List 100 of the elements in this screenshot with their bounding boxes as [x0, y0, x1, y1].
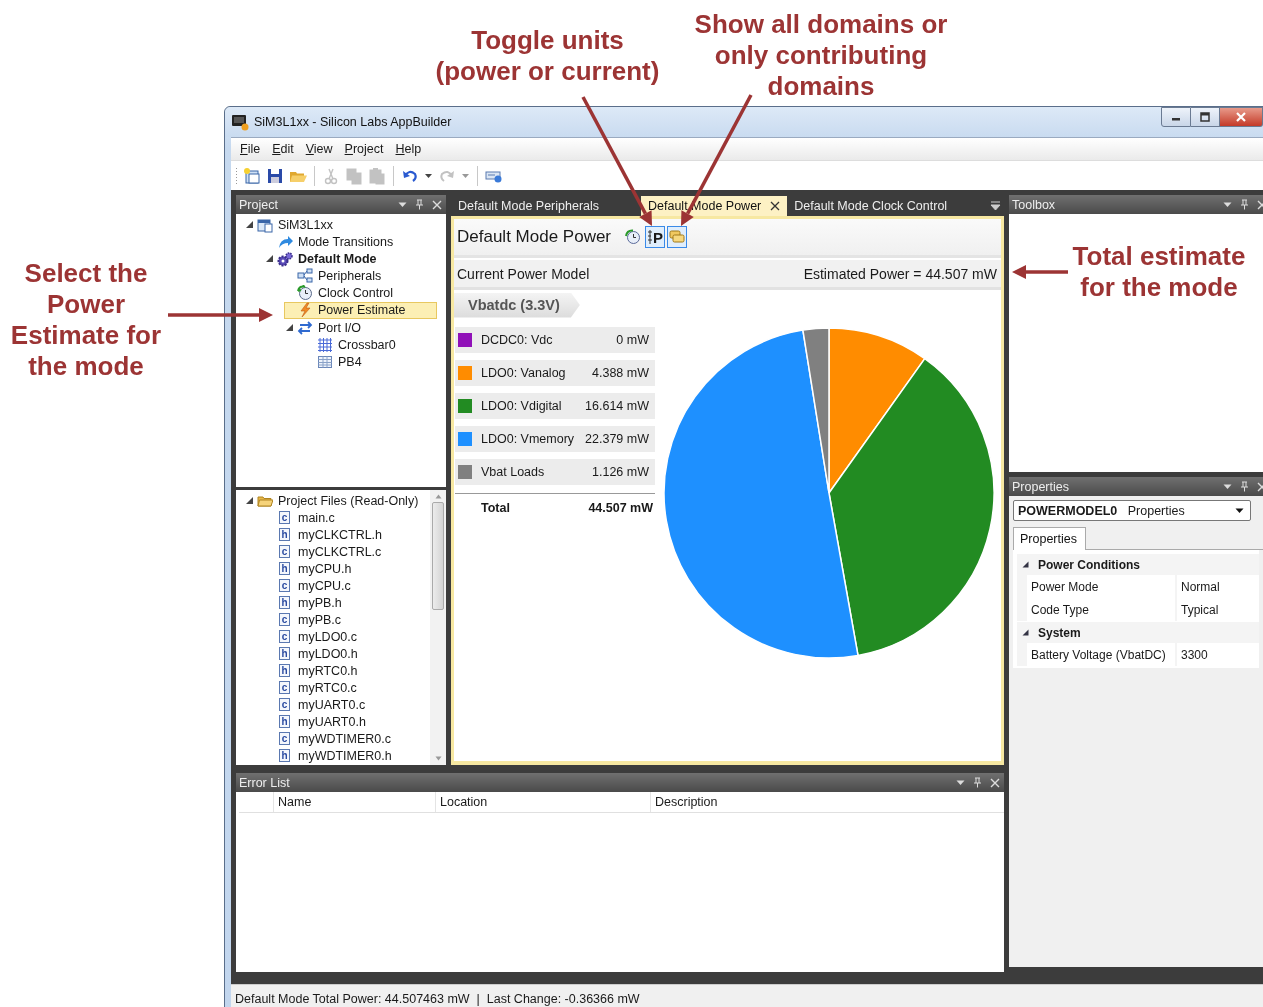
domains-toggle-button[interactable]: [667, 226, 688, 248]
column-header[interactable]: Name: [274, 792, 436, 812]
expand-arrow-icon[interactable]: [265, 254, 274, 264]
tree-item[interactable]: Mode Transitions: [264, 233, 425, 251]
property-name: Code Type: [1027, 598, 1175, 621]
dropdown-icon[interactable]: [1223, 482, 1232, 491]
tree-item[interactable]: Port I/O: [284, 319, 393, 337]
expand-arrow-icon[interactable]: [285, 323, 294, 333]
property-category[interactable]: System: [1017, 622, 1259, 643]
pin-icon[interactable]: [1240, 481, 1249, 492]
maximize-icon: [1200, 112, 1210, 122]
property-name: Battery Voltage (VbatDC): [1027, 643, 1175, 666]
file-icon: c: [279, 545, 290, 558]
save-icon[interactable]: [266, 166, 284, 185]
supply-breadcrumb[interactable]: Vbatdc (3.3V): [454, 292, 580, 318]
tree-item[interactable]: c myPB.c: [264, 611, 347, 628]
tree-item[interactable]: PB4: [304, 353, 393, 371]
tree-item[interactable]: c myCLKCTRL.c: [264, 543, 387, 560]
file-icon: h: [279, 749, 290, 762]
dropdown-icon: [1235, 506, 1244, 515]
annotation-text: Select the Power Estimate for the mode: [9, 258, 163, 382]
table-icon: [317, 354, 333, 370]
property-value[interactable]: Typical: [1177, 598, 1259, 621]
tree-item[interactable]: SiM3L1xx: [244, 216, 364, 233]
tree-item[interactable]: Clock Control: [284, 284, 425, 302]
rail-name: LDO0: Vdigital: [481, 399, 563, 413]
scroll-down-icon[interactable]: [434, 756, 442, 761]
swap-arrows-icon: [297, 319, 313, 336]
file-icon: c: [279, 681, 290, 694]
new-project-icon[interactable]: [243, 166, 261, 185]
total-label: Total: [481, 501, 511, 515]
dropdown-icon[interactable]: [1223, 200, 1232, 209]
units-toggle-button[interactable]: P: [645, 226, 666, 248]
window-icon: [257, 216, 273, 233]
model-label: Current Power Model: [457, 265, 590, 282]
dropdown-icon[interactable]: [956, 778, 965, 787]
tree-item[interactable]: Crossbar0: [304, 336, 427, 354]
tab[interactable]: Default Mode Clock Control: [787, 196, 955, 216]
tree-item[interactable]: h myUART0.h: [264, 713, 371, 730]
object-selector[interactable]: POWERMODEL0 Properties: [1013, 500, 1251, 521]
pin-icon[interactable]: [415, 199, 424, 210]
expand-arrow-icon[interactable]: [245, 496, 254, 505]
property-value[interactable]: 3300: [1177, 643, 1259, 666]
column-header[interactable]: Location: [436, 792, 651, 812]
file-icon: c: [279, 630, 290, 643]
menu-item[interactable]: View: [300, 140, 338, 158]
pin-icon[interactable]: [1240, 199, 1249, 210]
minimize-button[interactable]: [1161, 107, 1191, 127]
status-text: Default Mode Total Power: 44.507463 mW | Last Change: -0.36366 mW: [235, 991, 640, 1006]
tree-item[interactable]: h myCPU.h: [264, 560, 357, 577]
tree-item[interactable]: Power Estimate: [284, 301, 437, 319]
property-category[interactable]: Power Conditions: [1017, 554, 1259, 575]
tree-item[interactable]: Project Files (Read-Only): [244, 492, 424, 509]
menu-item[interactable]: Project: [339, 140, 389, 158]
column-header[interactable]: Description: [651, 792, 1004, 812]
scrollbar[interactable]: [430, 490, 446, 765]
tab[interactable]: Default Mode Peripherals: [451, 196, 633, 216]
grip-icon: [235, 166, 238, 185]
tree-item[interactable]: c myCPU.c: [264, 577, 356, 594]
tree-item[interactable]: Default Mode: [264, 250, 408, 268]
pin-icon[interactable]: [973, 777, 982, 788]
window-title: SiM3L1xx - Silicon Labs AppBuilder: [254, 115, 452, 129]
tree-item[interactable]: c main.c: [264, 509, 340, 526]
dropdown-icon[interactable]: [398, 200, 407, 209]
file-icon: h: [279, 596, 290, 609]
expand-arrow-icon[interactable]: [1022, 561, 1029, 568]
rail-name: DCDC0: Vdc: [481, 333, 554, 347]
rail-value: 22.379 mW: [585, 432, 649, 446]
tab[interactable]: Properties: [1013, 527, 1086, 550]
tab-menu-icon[interactable]: [990, 200, 1001, 211]
grid-icon: [317, 336, 333, 353]
expand-arrow-icon[interactable]: [1022, 629, 1029, 636]
scroll-thumb[interactable]: [432, 502, 444, 610]
file-icon: c: [279, 613, 290, 626]
close-button[interactable]: [1220, 107, 1263, 127]
scroll-up-icon[interactable]: [434, 494, 442, 499]
tree-item[interactable]: c myLDO0.c: [264, 628, 363, 645]
estimated-power: Estimated Power = 44.507 mW: [803, 265, 997, 282]
close-icon[interactable]: [770, 201, 781, 211]
expand-arrow-icon[interactable]: [245, 220, 254, 229]
tree-item[interactable]: Peripherals: [284, 267, 413, 285]
menu-item[interactable]: File: [235, 140, 266, 158]
tree-item[interactable]: c myRTC0.c: [264, 679, 362, 696]
property-value[interactable]: Normal: [1177, 575, 1259, 598]
tree-item[interactable]: c myUART0.c: [264, 696, 371, 713]
tree-item[interactable]: h myLDO0.h: [264, 645, 363, 662]
blocks-icon: [297, 268, 313, 285]
tree-item[interactable]: h myPB.h: [264, 594, 347, 611]
tree-item[interactable]: c myWDTIMER0.c: [264, 730, 397, 747]
file-icon: c: [279, 732, 290, 745]
tree-item[interactable]: h myRTC0.h: [264, 662, 363, 679]
menu-item[interactable]: Help: [390, 140, 427, 158]
rail-name: LDO0: Vmemory: [481, 432, 576, 446]
tree-item[interactable]: h myCLKCTRL.h: [264, 526, 388, 543]
ruler-icon: [647, 229, 654, 245]
file-icon: h: [279, 715, 290, 728]
panel-title: Toolbox: [1012, 197, 1056, 212]
menu-item[interactable]: Edit: [267, 140, 299, 158]
maximize-button[interactable]: [1191, 107, 1220, 127]
tree-item[interactable]: h myWDTIMER0.h: [264, 747, 397, 764]
